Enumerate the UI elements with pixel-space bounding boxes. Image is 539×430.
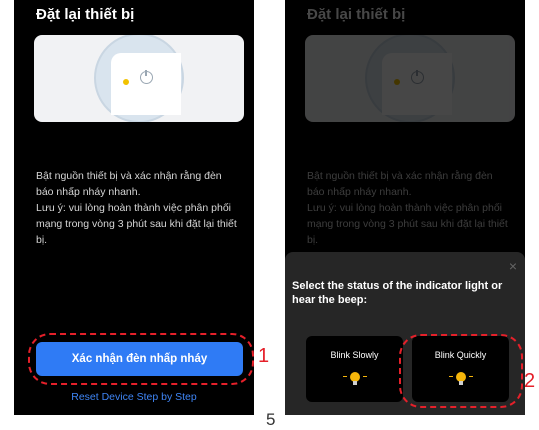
blink-slowly-option[interactable]: Blink Slowly bbox=[306, 336, 403, 402]
close-icon[interactable]: × bbox=[509, 258, 517, 274]
annotation-marker-2: 2 bbox=[524, 370, 536, 392]
led-indicator-icon bbox=[394, 79, 400, 85]
device-illustration bbox=[305, 35, 515, 122]
device-body bbox=[382, 53, 452, 115]
option-label: Blink Slowly bbox=[330, 350, 379, 360]
page-title: Đặt lại thiết bị bbox=[36, 6, 135, 23]
annotation-highlight-1 bbox=[28, 333, 254, 385]
device-circle bbox=[94, 35, 184, 122]
step-number: 5 bbox=[266, 410, 276, 429]
instruction-line-2: Lưu ý: vui lòng hoàn thành việc phân phố… bbox=[307, 202, 508, 246]
power-icon bbox=[140, 70, 153, 84]
bulb-ray bbox=[343, 376, 347, 377]
reset-step-by-step-link[interactable]: Reset Device Step by Step bbox=[14, 391, 254, 403]
instruction-line-1: Bật nguồn thiết bị và xác nhận rằng đèn … bbox=[36, 170, 222, 198]
led-indicator-icon bbox=[123, 79, 129, 85]
annotation-marker-1: 1 bbox=[258, 345, 270, 367]
instructions: Bật nguồn thiết bị và xác nhận rằng đèn … bbox=[307, 168, 512, 248]
page-title: Đặt lại thiết bị bbox=[307, 6, 406, 23]
instruction-line-1: Bật nguồn thiết bị và xác nhận rằng đèn … bbox=[307, 170, 493, 198]
bulb-ray bbox=[363, 376, 367, 377]
bulb-icon bbox=[350, 372, 360, 385]
instructions: Bật nguồn thiết bị và xác nhận rằng đèn … bbox=[36, 168, 241, 248]
device-body bbox=[111, 53, 181, 115]
power-icon bbox=[411, 70, 424, 84]
instruction-line-2: Lưu ý: vui lòng hoàn thành việc phân phố… bbox=[36, 202, 237, 246]
sheet-title: Select the status of the indicator light… bbox=[292, 280, 503, 306]
device-circle bbox=[365, 35, 455, 122]
device-illustration bbox=[34, 35, 244, 122]
annotation-highlight-2 bbox=[399, 334, 523, 408]
